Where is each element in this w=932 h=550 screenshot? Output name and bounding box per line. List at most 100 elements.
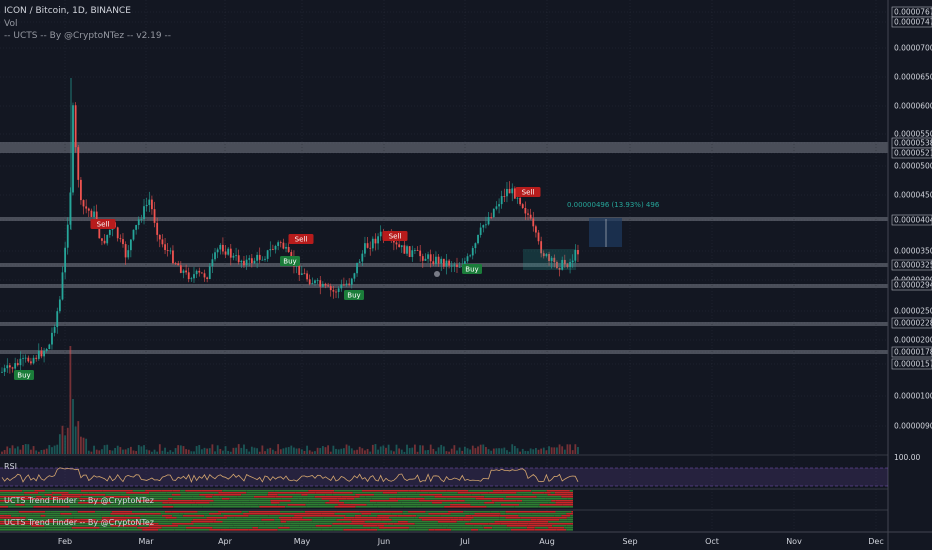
trend-cell <box>52 529 69 531</box>
trend-cell <box>538 506 570 508</box>
volume-bar <box>271 449 274 454</box>
trend-cell <box>244 504 259 506</box>
time-axis-label: Jun <box>377 537 391 546</box>
trend-cell <box>314 496 342 498</box>
rsi-level-label: 100.00 <box>894 453 920 462</box>
trend-cell <box>22 490 35 492</box>
candle-body <box>93 211 95 217</box>
price-axis-label: 0.00001574 <box>894 360 932 369</box>
trend-cell <box>376 517 390 519</box>
volume-bar <box>298 448 301 454</box>
candle-body <box>248 258 251 260</box>
trend-cell <box>463 511 491 513</box>
volume-bar <box>140 446 143 454</box>
trend-cell <box>145 490 162 492</box>
volume-bar <box>503 447 506 454</box>
candle-body <box>440 258 443 264</box>
candle-body <box>445 260 448 267</box>
trend-cell <box>212 527 230 529</box>
trend-cell <box>562 504 573 506</box>
trend-cell <box>551 517 567 519</box>
trend-cell <box>24 492 39 494</box>
trend-cell <box>412 515 417 517</box>
candle-body <box>30 361 32 364</box>
trend-cell <box>222 490 247 492</box>
volume-bar <box>195 446 198 454</box>
volume-bar <box>521 448 524 454</box>
volume-bar <box>574 444 577 454</box>
candle-body <box>279 242 282 244</box>
trend-cell <box>34 490 45 492</box>
volume-bar <box>540 448 543 454</box>
volume-bar <box>453 445 456 454</box>
trend-cell <box>237 519 262 521</box>
trend-cell <box>205 496 213 498</box>
trend-cell <box>499 519 531 521</box>
candle-body <box>369 247 372 249</box>
volume-bar <box>508 451 511 454</box>
volume-bar <box>308 450 311 454</box>
volume-bar <box>35 450 38 454</box>
volume-bar <box>103 445 106 454</box>
candle-body <box>256 254 259 261</box>
candle-body <box>403 245 406 254</box>
volume-bar <box>111 450 114 454</box>
trend-cell <box>325 502 345 504</box>
trend-cell <box>538 513 567 515</box>
volume-bar <box>232 447 235 454</box>
volume-bar <box>295 448 298 454</box>
candle-body <box>511 188 514 194</box>
trend-cell <box>94 492 127 494</box>
volume-bar <box>243 444 245 454</box>
volume-bar <box>511 444 514 454</box>
candle-body <box>508 188 511 194</box>
volume-bar <box>379 446 382 454</box>
candle-body <box>222 244 224 252</box>
trend-cell <box>428 529 435 531</box>
candle-body <box>219 244 222 250</box>
trend-cell <box>354 515 362 517</box>
candle-body <box>6 365 9 369</box>
trend-cell <box>499 517 506 519</box>
candle-body <box>35 357 38 359</box>
candle-body <box>358 261 361 263</box>
chart-canvas[interactable]: 0.000076700.00007470 0.00007000 0.00006500… <box>0 0 932 550</box>
trend-cell <box>371 521 398 523</box>
trend-cell <box>499 515 519 517</box>
candle-body <box>513 188 516 199</box>
trend-cell <box>554 515 562 517</box>
candle-body <box>187 272 190 280</box>
candle-body <box>64 247 67 273</box>
candle-body <box>416 250 419 251</box>
trend-cell <box>364 521 372 523</box>
volume-bar <box>14 448 17 454</box>
trend-cell <box>264 523 275 525</box>
candle-body <box>61 272 64 300</box>
candle-body <box>435 256 437 265</box>
volume-bar <box>353 450 356 454</box>
trend-cell <box>145 515 162 517</box>
trend-cell <box>544 492 551 494</box>
trend-cell <box>32 513 61 515</box>
candle-body <box>521 204 524 208</box>
trend-cell <box>473 525 483 527</box>
trend-cell <box>137 527 143 529</box>
trend-cell <box>359 496 366 498</box>
trend-cell <box>363 525 378 527</box>
signal-label: Buy <box>465 266 478 274</box>
volume-bar <box>314 451 316 454</box>
trend-cell <box>304 511 337 513</box>
volume-bar <box>30 449 32 454</box>
trend-cell <box>438 523 466 525</box>
trend-cell <box>8 506 34 508</box>
trend-cell <box>483 527 493 529</box>
trend-cell <box>550 492 555 494</box>
trend-cell <box>401 496 407 498</box>
trend-cell <box>566 517 573 519</box>
trend-cell <box>484 496 507 498</box>
candle-body <box>151 199 153 210</box>
trend-cell <box>419 500 431 502</box>
price-axis-label: 0.00007000 <box>894 44 932 53</box>
trend-cell <box>220 529 249 531</box>
candle-body <box>108 229 111 235</box>
